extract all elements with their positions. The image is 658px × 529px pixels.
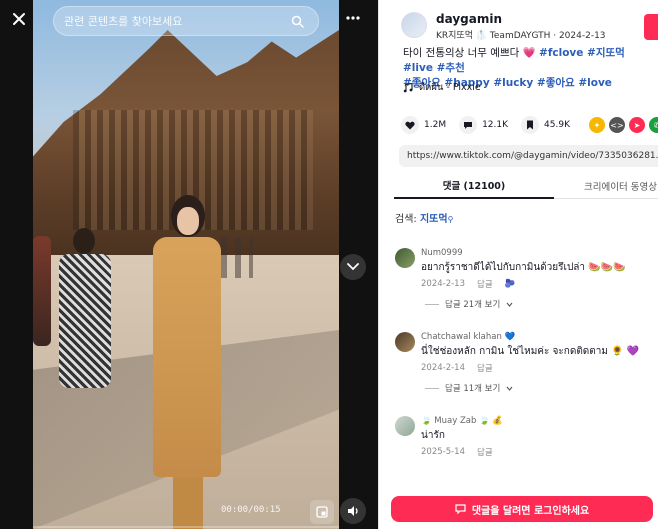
person-left-body [59, 254, 111, 388]
follow-button[interactable] [644, 14, 658, 40]
heart-icon[interactable] [401, 116, 419, 134]
author-row: daygamin KR지또먹 🥼 TeamDAYGTH · 2024-2-13 [401, 10, 658, 41]
search-prefix: 검색: [395, 214, 417, 225]
username[interactable]: daygamin [436, 12, 502, 26]
login-label[interactable]: 댓글을 달려면 로그인하세요 [472, 502, 589, 517]
reply-button[interactable]: 답글 [477, 278, 493, 290]
side-panel: daygamin KR지또먹 🥼 TeamDAYGTH · 2024-2-13 … [378, 0, 658, 529]
related-search-bar[interactable]: 관련 콘텐츠를 찾아보세요 [53, 6, 319, 36]
video-url-field[interactable]: https://www.tiktok.com/@daygamin/video/7… [399, 145, 658, 167]
reply-divider [425, 303, 439, 305]
close-button[interactable] [6, 6, 32, 32]
view-replies-button[interactable]: 답글 21개 보기 [425, 298, 513, 310]
login-to-comment-button[interactable]: 댓글을 달려면 로그인하세요 [391, 496, 653, 522]
app-root: 관련 콘텐츠를 찾아보세요 00:00/00:15 daygamin KR지또먹… [0, 0, 658, 529]
reply-button[interactable]: 답글 [477, 362, 493, 374]
volume-icon [347, 506, 358, 516]
caption-text: 타이 전통의상 너무 예쁘다 💗 [403, 47, 540, 59]
comment-icon [455, 504, 466, 514]
chevron-down-icon [347, 263, 359, 271]
person-edge [33, 236, 51, 346]
view-replies-label[interactable]: 답글 21개 보기 [445, 298, 500, 310]
comment-text: นี่ใช่ช่องหลัก กามิน ใช่ไหมค่ะ จะกดติดตา… [421, 346, 640, 357]
music-row[interactable]: ดีดผิน - Pixxie [403, 80, 481, 95]
picture-in-picture-icon [316, 506, 328, 518]
save-stat[interactable]: 45.9K [521, 116, 570, 134]
next-video-button[interactable] [340, 254, 366, 280]
person-left [55, 228, 115, 388]
person-main-legs [173, 475, 203, 529]
progress-bar[interactable] [33, 526, 339, 528]
author-meta: KR지또먹 🥼 TeamDAYGTH · 2024-2-13 [436, 31, 606, 41]
reply-button[interactable]: 답글 [477, 446, 493, 458]
comment-text: อยากรู้ราชาดีได้ไปกับกามินด้วยรึเปล่า 🍉🍉… [421, 262, 626, 273]
embed-icon[interactable]: <> [609, 117, 625, 133]
tab-creator-videos[interactable]: 크리에이터 동영상 [554, 172, 658, 199]
sticker-icon: 🫐 [504, 279, 516, 289]
more-button[interactable] [340, 5, 366, 31]
share-friends-icon[interactable]: ✦ [589, 117, 605, 133]
view-replies-label[interactable]: 답글 11개 보기 [445, 382, 500, 394]
comment-avatar[interactable] [395, 248, 415, 268]
time-readout: 00:00/00:15 [221, 505, 281, 515]
video-pane: 관련 콘텐츠를 찾아보세요 00:00/00:15 [0, 0, 378, 529]
search-icon[interactable]: ⚲ [448, 215, 454, 224]
chevron-down-icon [506, 302, 513, 307]
comment-meta: 2024-2-14 답글 [421, 362, 493, 374]
comment-author[interactable]: Chatchawal klahan 💙 [421, 332, 515, 342]
close-icon [13, 13, 25, 25]
whatsapp-icon[interactable]: ✆ [649, 117, 658, 133]
comment-search-label: 검색: 지또먹⚲ [395, 210, 453, 225]
search-input[interactable]: 관련 콘텐츠를 찾아보세요 [64, 13, 286, 29]
music-note-icon [403, 82, 413, 92]
tab-bar: 댓글 (12100) 크리에이터 동영상 [394, 172, 658, 199]
pip-button[interactable] [310, 500, 334, 524]
chevron-down-icon [506, 386, 513, 391]
reply-divider [425, 387, 439, 389]
person-main-dress [153, 237, 221, 477]
like-count: 1.2M [424, 120, 447, 130]
view-replies-button[interactable]: 답글 11개 보기 [425, 382, 513, 394]
video-player[interactable] [33, 0, 339, 529]
comment-avatar[interactable] [395, 332, 415, 352]
search-icon[interactable] [286, 10, 308, 32]
music-title[interactable]: ดีดผิน - Pixxie [419, 80, 481, 95]
send-icon[interactable]: ➤ [629, 117, 645, 133]
comment-icon[interactable] [459, 116, 478, 134]
comment-item: 🍃 Muay Zab 🍃 💰 น่ารัก 2025-5-14 답글 [395, 416, 655, 462]
bookmark-icon[interactable] [521, 116, 540, 134]
share-icons: ✦ <> ➤ ✆ [589, 117, 658, 133]
comment-meta: 2024-2-13 답글 🫐 [421, 278, 515, 290]
comment-text: น่ารัก [421, 430, 445, 441]
comment-meta: 2025-5-14 답글 [421, 446, 493, 458]
volume-button[interactable] [340, 498, 366, 524]
comment-author[interactable]: 🍃 Muay Zab 🍃 💰 [421, 416, 503, 426]
comment-item: Num0999 อยากรู้ราชาดีได้ไปกับกามินด้วยรึ… [395, 248, 655, 318]
comment-date: 2025-5-14 [421, 447, 465, 457]
like-stat[interactable]: 1.2M [401, 116, 446, 134]
search-keyword-link[interactable]: 지또먹 [420, 214, 448, 225]
comment-count: 12.1K [482, 120, 509, 130]
comment-stat[interactable]: 12.1K [459, 116, 508, 134]
comment-date: 2024-2-13 [421, 279, 465, 289]
comment-author[interactable]: Num0999 [421, 248, 463, 258]
comment-item: Chatchawal klahan 💙 นี่ใช่ช่องหลัก กามิน… [395, 332, 655, 402]
person-left-head [73, 228, 95, 254]
comment-date: 2024-2-14 [421, 363, 465, 373]
avatar[interactable] [401, 12, 427, 38]
person-main-face [177, 207, 199, 235]
save-count: 45.9K [544, 120, 570, 130]
person-main [143, 195, 223, 529]
tab-comments[interactable]: 댓글 (12100) [394, 172, 554, 199]
comment-avatar[interactable] [395, 416, 415, 436]
more-icon [346, 16, 360, 20]
